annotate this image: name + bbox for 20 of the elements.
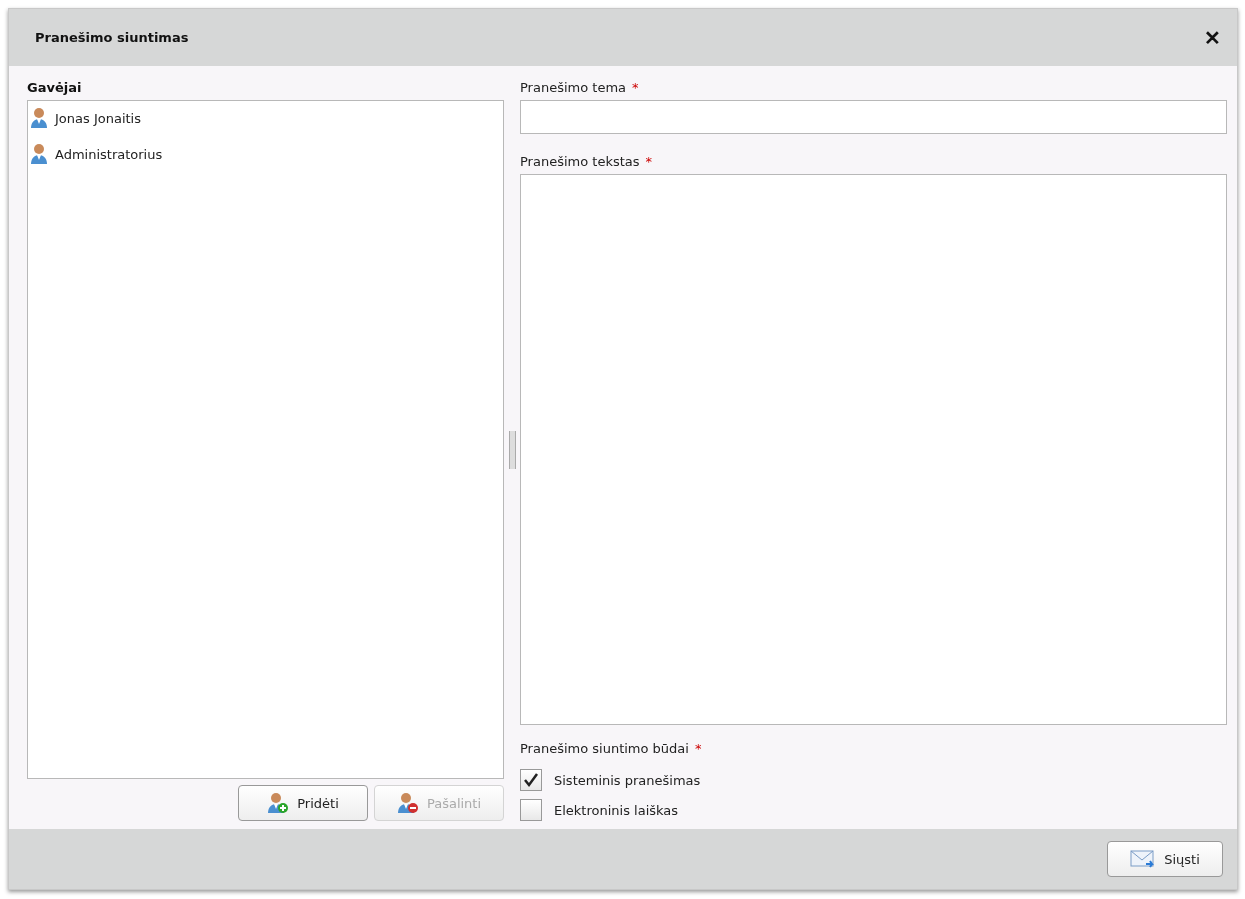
recipient-item[interactable]: Jonas Jonaitis bbox=[55, 110, 141, 126]
subject-label: Pranešimo tema * bbox=[520, 79, 640, 97]
user-add-icon bbox=[267, 792, 290, 814]
envelope-icon bbox=[1130, 849, 1157, 869]
text-label: Pranešimo tekstas * bbox=[520, 153, 654, 171]
option-label: Sisteminis pranešimas bbox=[554, 772, 701, 788]
checkbox[interactable] bbox=[520, 799, 542, 821]
recipient-item[interactable]: Administratorius bbox=[55, 146, 163, 162]
window-title: Pranešimo siuntimas bbox=[35, 30, 189, 45]
subject-field[interactable] bbox=[520, 100, 1227, 134]
checkbox[interactable] bbox=[520, 769, 542, 791]
add-button[interactable]: Pridėti bbox=[238, 785, 368, 821]
send-button[interactable]: Siųsti bbox=[1107, 841, 1223, 877]
splitter-handle[interactable] bbox=[508, 430, 516, 469]
user-remove-icon bbox=[396, 792, 419, 814]
option-label: Elektroninis laiškas bbox=[554, 802, 679, 818]
recipients-label: Gavėjai bbox=[27, 79, 83, 97]
close-button[interactable]: ✕ bbox=[1204, 25, 1221, 50]
methods-label: Pranešimo siuntimo būdai * bbox=[520, 740, 703, 758]
message-field[interactable] bbox=[520, 174, 1227, 725]
